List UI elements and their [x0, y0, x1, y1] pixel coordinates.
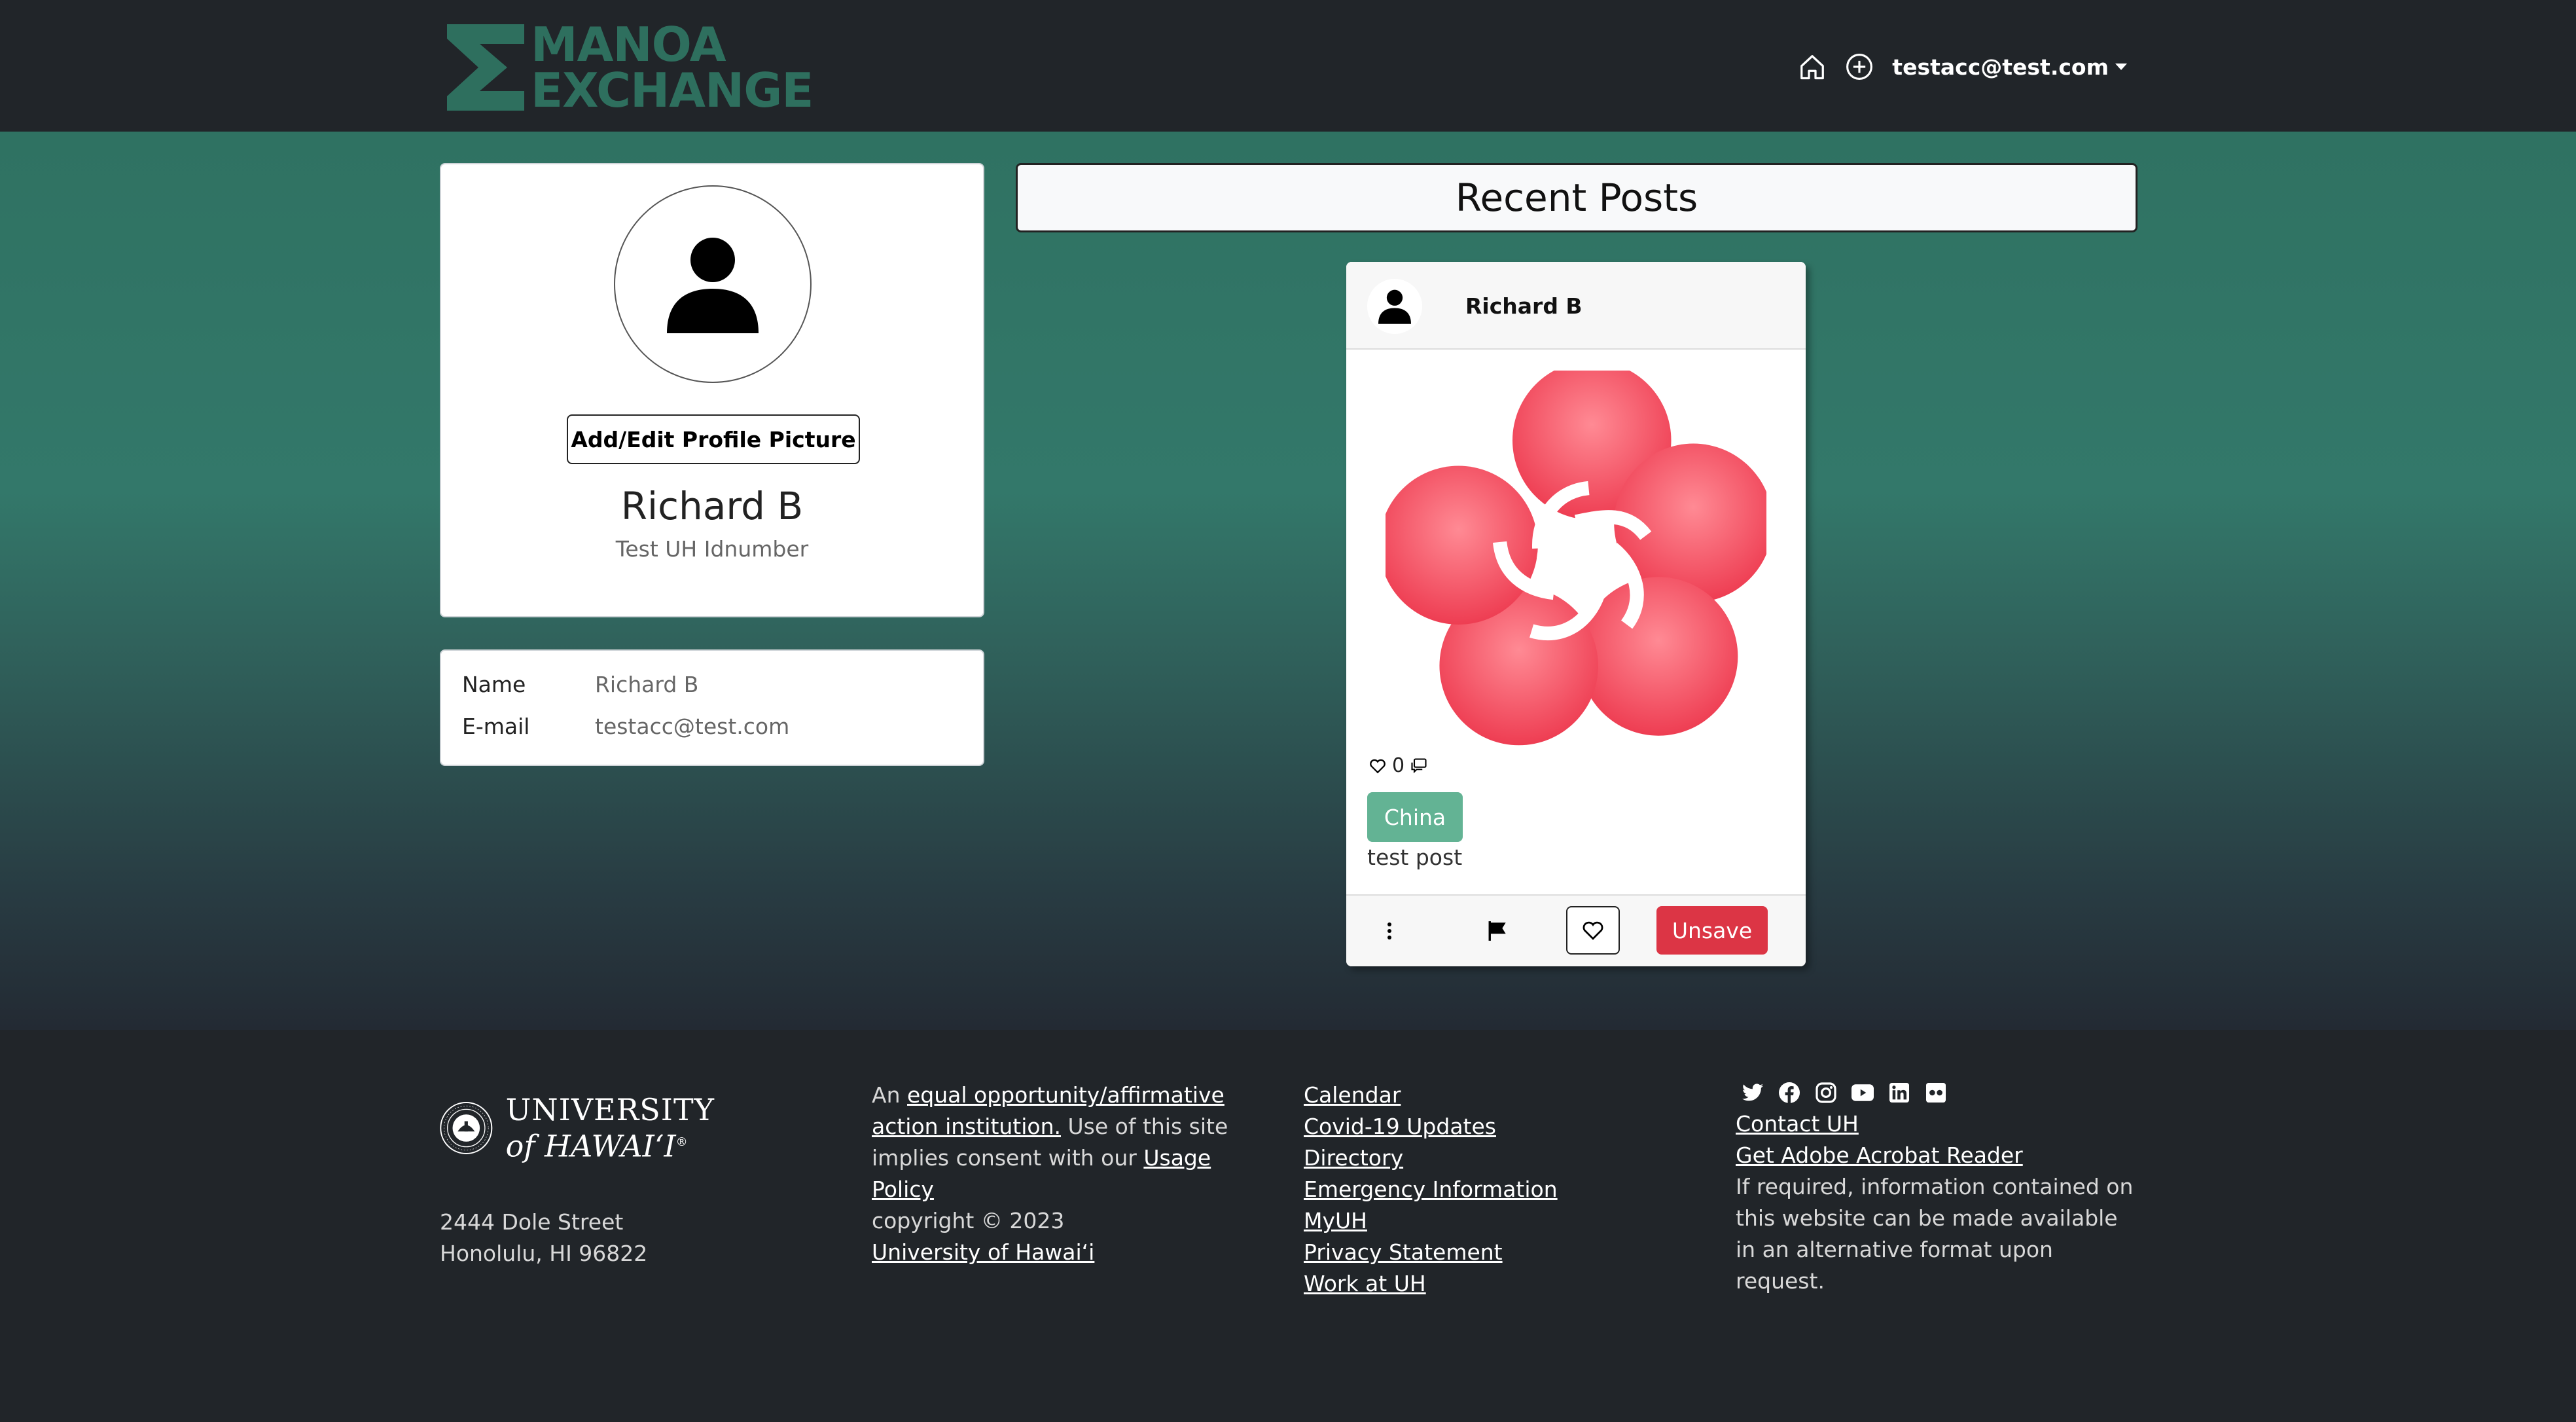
covid-updates-link[interactable]: Covid-19 Updates [1304, 1111, 1558, 1142]
info-row-email: E-mail testacc@test.com [462, 714, 789, 739]
sigma-logo-icon [447, 24, 524, 111]
post-author[interactable]: Richard B [1465, 293, 1583, 319]
uh-line2: of HAWAIʻI® [505, 1126, 715, 1164]
name-label: Name [462, 672, 526, 697]
accessibility-text: If required, information contained on th… [1736, 1174, 2134, 1294]
post-footer: Unsave [1346, 894, 1806, 966]
email-value: testacc@test.com [595, 714, 790, 739]
more-options-icon[interactable] [1383, 918, 1396, 944]
profile-id-text: Test UH Idnumber [615, 536, 809, 562]
profile-info-card: Name Richard B E-mail testacc@test.com [440, 649, 984, 766]
address-line1: 2444 Dole Street [440, 1209, 624, 1235]
emergency-info-link[interactable]: Emergency Information [1304, 1174, 1558, 1205]
uh-line2-text: of HAWAIʻI [505, 1128, 676, 1164]
heart-outline-icon[interactable] [1367, 756, 1388, 776]
logo-line2: EXCHANGE [531, 63, 814, 118]
uh-logo[interactable]: UNIVERSITY of HAWAIʻI® [440, 1086, 715, 1170]
contact-uh-link[interactable]: Contact UH [1736, 1108, 2141, 1140]
post-avatar[interactable] [1367, 279, 1422, 334]
footer-legal: An equal opportunity/affirmative action … [872, 1080, 1278, 1268]
post-card: Richard B 0 China test post Unsave [1346, 262, 1806, 966]
avatar [614, 185, 812, 383]
person-icon [1378, 289, 1411, 324]
post-stats: 0 [1367, 754, 1429, 777]
flickr-icon[interactable] [1924, 1081, 1948, 1104]
edit-profile-picture-button[interactable]: Add/Edit Profile Picture [567, 414, 860, 464]
name-value: Richard B [595, 672, 699, 697]
like-count: 0 [1392, 754, 1405, 777]
uh-wordmark: UNIVERSITY of HAWAIʻI® [506, 1093, 715, 1162]
house-icon[interactable] [1798, 52, 1827, 81]
directory-link[interactable]: Directory [1304, 1142, 1558, 1174]
instagram-icon[interactable] [1814, 1081, 1838, 1104]
linkedin-icon[interactable] [1887, 1081, 1911, 1104]
main-content [0, 132, 2576, 1030]
legal-prefix: An [872, 1082, 901, 1108]
footer-contact: Contact UH Get Adobe Acrobat Reader If r… [1736, 1080, 2141, 1297]
footer: UNIVERSITY of HAWAIʻI® 2444 Dole Street … [0, 1030, 2576, 1422]
post-image[interactable] [1386, 371, 1766, 752]
uh-line1: UNIVERSITY [505, 1092, 715, 1128]
address-line2: Honolulu, HI 96822 [440, 1241, 648, 1266]
heart-outline-icon [1583, 921, 1603, 940]
nav-right: testacc@test.com [1798, 47, 2127, 86]
post-header: Richard B [1346, 262, 1806, 350]
flag-icon[interactable] [1485, 918, 1511, 944]
logo-line1: MANOA [531, 17, 726, 72]
profile-name: Richard B [620, 484, 804, 528]
navbar: MANOA EXCHANGE testacc@test.com [0, 0, 2576, 132]
youtube-icon[interactable] [1851, 1081, 1874, 1104]
profile-card: Add/Edit Profile Picture Richard B Test … [440, 163, 984, 617]
university-link[interactable]: University of Hawaiʻi [872, 1239, 1094, 1265]
facebook-icon[interactable] [1778, 1081, 1801, 1104]
post-text: test post [1367, 845, 1463, 870]
myuh-link[interactable]: MyUH [1304, 1205, 1558, 1237]
privacy-statement-link[interactable]: Privacy Statement [1304, 1237, 1558, 1268]
footer-links: Calendar Covid-19 Updates Directory Emer… [1304, 1080, 1558, 1300]
country-tag[interactable]: China [1367, 792, 1463, 842]
plus-circle-icon[interactable] [1845, 52, 1874, 81]
work-at-uh-link[interactable]: Work at UH [1304, 1268, 1558, 1300]
user-email: testacc@test.com [1892, 54, 2109, 80]
address: 2444 Dole Street Honolulu, HI 96822 [440, 1207, 647, 1269]
logo-text: MANOA EXCHANGE [531, 17, 814, 118]
caret-down-icon [2115, 64, 2127, 70]
twitter-icon[interactable] [1741, 1081, 1764, 1104]
uh-seal-icon [440, 1102, 493, 1154]
registered-mark: ® [675, 1135, 688, 1150]
recent-posts-header: Recent Posts [1016, 163, 2138, 232]
unsave-button[interactable]: Unsave [1656, 906, 1768, 955]
email-label: E-mail [462, 714, 530, 739]
user-dropdown[interactable]: testacc@test.com [1892, 54, 2127, 80]
like-button[interactable] [1566, 906, 1620, 955]
person-icon [667, 238, 759, 333]
comments-icon[interactable] [1408, 756, 1429, 776]
manoa-exchange-logo[interactable]: MANOA EXCHANGE [447, 17, 820, 118]
copyright: copyright © 2023 [872, 1208, 1065, 1233]
acrobat-reader-link[interactable]: Get Adobe Acrobat Reader [1736, 1140, 2141, 1171]
social-icons [1741, 1080, 2141, 1106]
info-row-name: Name Richard B [462, 672, 698, 697]
calendar-link[interactable]: Calendar [1304, 1080, 1558, 1111]
